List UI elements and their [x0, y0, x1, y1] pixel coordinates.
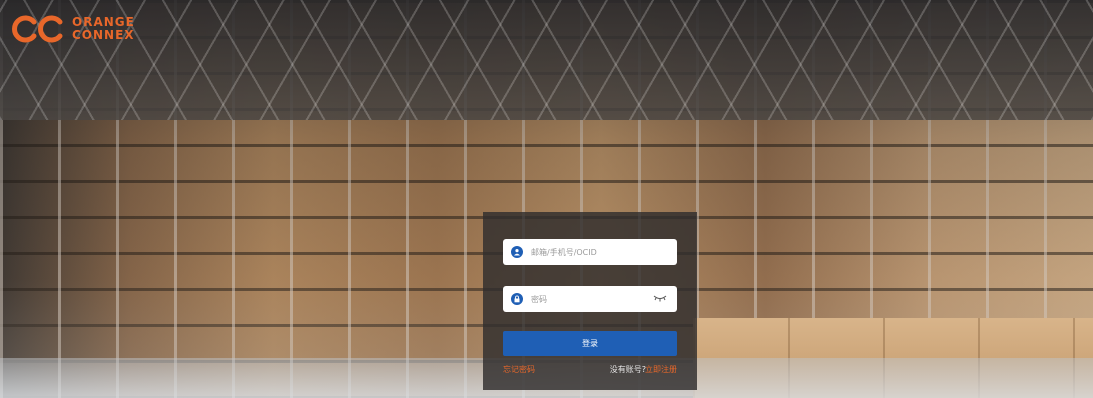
brand-line2: CONNEX — [72, 28, 135, 42]
no-account-text: 没有账号? — [609, 365, 646, 374]
warehouse-ceiling — [0, 0, 1093, 120]
register-link[interactable]: 立即注册 — [645, 364, 677, 375]
login-panel: 登录 忘记密码 没有账号? 立即注册 — [483, 212, 697, 390]
eye-closed-icon[interactable] — [653, 294, 667, 302]
login-links: 忘记密码 没有账号? 立即注册 — [503, 364, 677, 376]
password-field[interactable] — [503, 286, 677, 312]
username-field[interactable] — [503, 239, 677, 265]
lock-icon — [511, 293, 523, 305]
user-icon — [511, 246, 523, 258]
oc-logo-icon — [12, 15, 63, 43]
username-input[interactable] — [531, 247, 641, 257]
forgot-password-link[interactable]: 忘记密码 — [503, 364, 535, 375]
login-button[interactable]: 登录 — [503, 331, 677, 356]
login-page: ORANGE CONNEX 登录 忘记密码 没有账号? — [0, 0, 1093, 398]
brand-logo: ORANGE CONNEX — [10, 14, 135, 44]
brand-name: ORANGE CONNEX — [72, 16, 135, 42]
password-input[interactable] — [531, 294, 641, 304]
